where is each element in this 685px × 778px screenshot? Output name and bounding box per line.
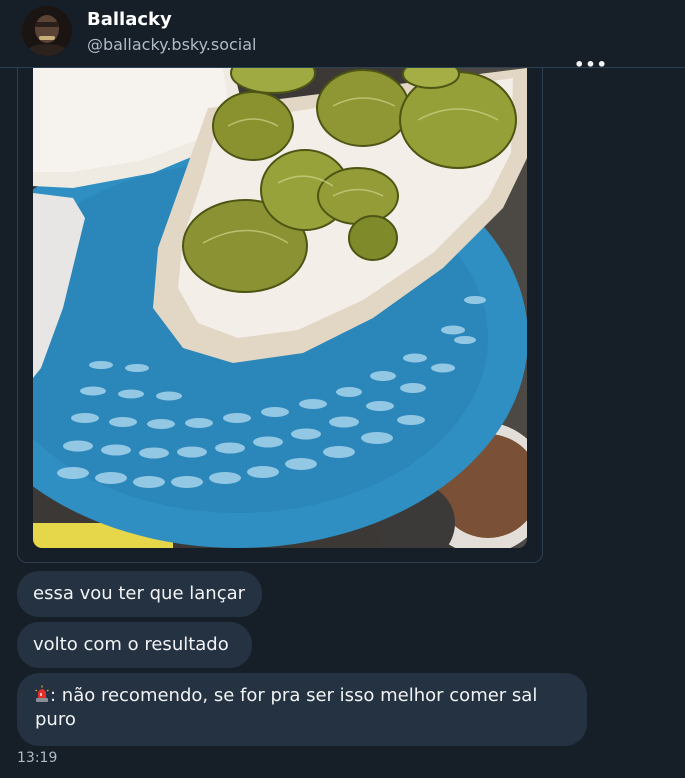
message-bubble[interactable]: volto com o resultado	[17, 622, 252, 668]
message-text: volto com o resultado	[33, 634, 229, 655]
more-options-button[interactable]: •••	[574, 57, 607, 76]
message-text: essa vou ter que lançar	[33, 583, 246, 604]
pickle-sandwich-photo-icon	[33, 68, 527, 548]
message-bubble[interactable]: : não recomendo, se for pra ser isso mel…	[17, 673, 587, 746]
avatar-photo-icon	[22, 6, 72, 56]
police-siren-icon	[35, 685, 49, 703]
message-bubble[interactable]: essa vou ter que lançar	[17, 571, 262, 617]
message-text: : não recomendo, se for pra ser isso mel…	[35, 685, 538, 730]
more-options-icon: •••	[574, 55, 608, 74]
display-name[interactable]: Ballacky	[87, 9, 172, 30]
avatar[interactable]	[22, 6, 72, 56]
profile-handle[interactable]: @ballacky.bsky.social	[87, 35, 257, 54]
message-timestamp: 13:19	[17, 750, 58, 766]
post-photo[interactable]	[33, 68, 527, 548]
